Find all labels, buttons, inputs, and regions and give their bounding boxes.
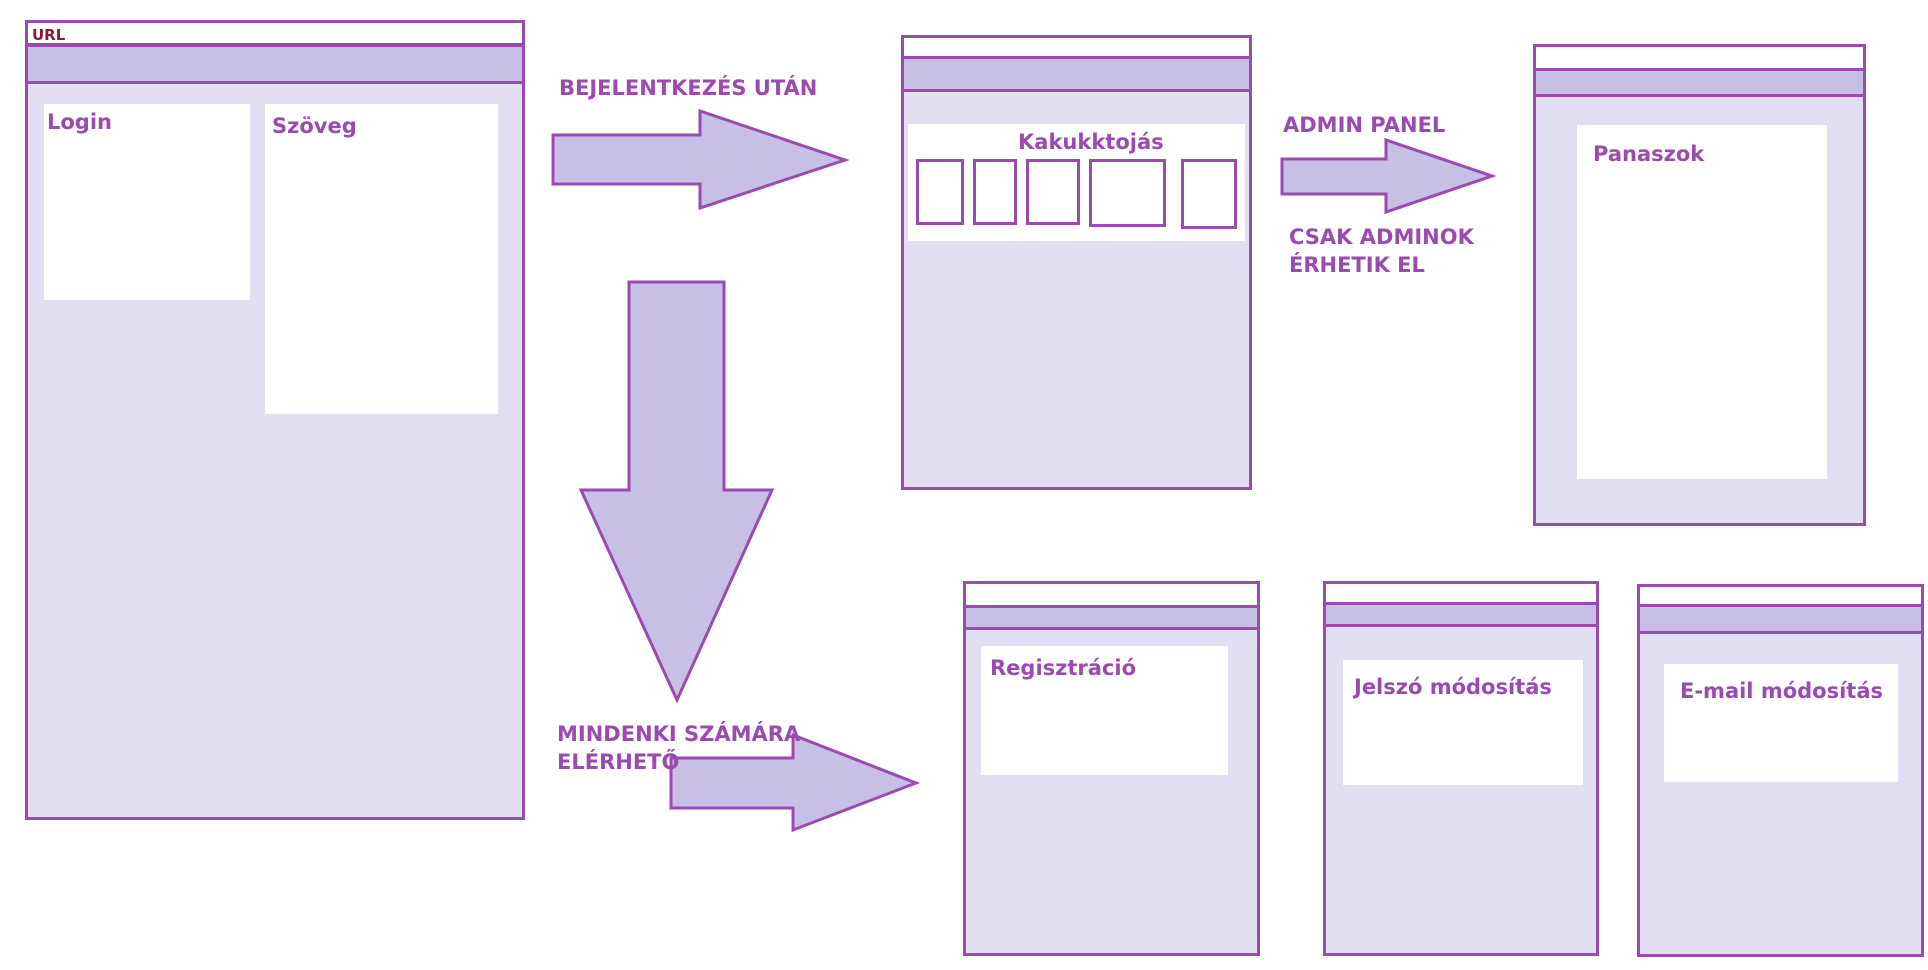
admin-only-label-line1: CSAK ADMINOK xyxy=(1289,225,1474,249)
arrow-everyone xyxy=(669,732,921,833)
password-change-title: Jelszó módosítás xyxy=(1354,675,1552,699)
text-label: Szöveg xyxy=(272,114,357,138)
admin-nav-bar xyxy=(1533,68,1866,97)
admin-only-label-line2: ÉRHETIK EL xyxy=(1289,253,1425,277)
kakukk-page-frame xyxy=(901,35,1252,490)
admin-url-bar xyxy=(1533,44,1866,71)
email-nav-bar xyxy=(1637,604,1924,634)
kakukk-box-5 xyxy=(1181,159,1237,229)
complaints-title: Panaszok xyxy=(1593,142,1705,166)
wireframe-diagram: URL Login Szöveg BEJELENTKEZÉS UTÁN ADMI… xyxy=(0,0,1928,970)
url-label: URL xyxy=(32,26,66,44)
arrow-down xyxy=(578,280,775,704)
registration-nav-bar xyxy=(963,605,1260,630)
login-label: Login xyxy=(47,110,112,134)
kakukk-box-2 xyxy=(973,159,1017,225)
complaints-panel xyxy=(1577,125,1827,479)
registration-url-bar xyxy=(963,581,1260,608)
password-nav-bar xyxy=(1323,602,1599,627)
email-change-title: E-mail módosítás xyxy=(1680,679,1883,703)
kakukk-box-1 xyxy=(916,159,964,225)
everyone-label-line2: ELÉRHETŐ xyxy=(557,750,680,774)
kakukk-box-3 xyxy=(1026,159,1080,225)
kakukk-nav-bar xyxy=(901,56,1252,92)
kakukk-box-4 xyxy=(1089,159,1166,227)
registration-title: Regisztráció xyxy=(990,656,1137,680)
url-bar xyxy=(25,20,525,46)
main-nav-bar xyxy=(25,44,525,84)
arrow-admin-panel xyxy=(1280,137,1497,215)
text-panel xyxy=(265,104,498,414)
kakukk-title: Kakukktojás xyxy=(1018,130,1164,154)
admin-panel-label: ADMIN PANEL xyxy=(1283,113,1446,137)
after-login-label: BEJELENTKEZÉS UTÁN xyxy=(559,76,818,100)
arrow-after-login xyxy=(551,108,850,211)
everyone-label-line1: MINDENKI SZÁMÁRA xyxy=(557,722,801,746)
